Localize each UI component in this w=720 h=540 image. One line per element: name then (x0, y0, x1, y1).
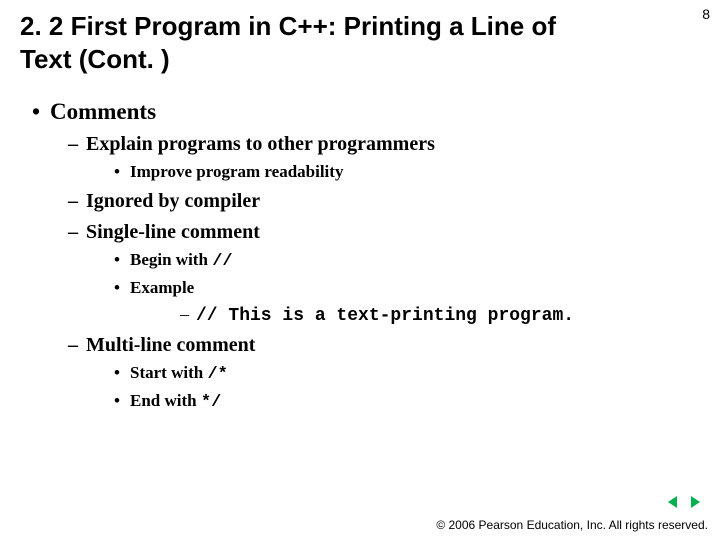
bullet-end-with: End with */ (86, 390, 688, 415)
bullet-start-with-text: Start with (130, 363, 207, 382)
bullet-single-line-text: Single-line comment (86, 221, 260, 243)
code-double-slash: // (212, 252, 232, 271)
bullet-start-with: Start with /* (86, 362, 688, 387)
copyright-footer: © 2006 Pearson Education, Inc. All right… (436, 518, 708, 532)
prev-slide-button[interactable] (664, 494, 682, 510)
code-slash-star: /* (207, 365, 227, 384)
bullet-comments-text: Comments (50, 99, 156, 124)
arrow-left-icon (666, 495, 680, 509)
bullet-begin-with: Begin with // (86, 249, 688, 274)
bullet-multi-line: Multi-line comment Start with /* End wit… (50, 332, 688, 415)
slide-title: 2. 2 First Program in C++: Printing a Li… (20, 10, 580, 75)
bullet-end-with-text: End with (130, 391, 201, 410)
bullet-example: Example // This is a text-printing progr… (86, 277, 688, 328)
bullet-single-line: Single-line comment Begin with // Exampl… (50, 219, 688, 328)
slide: 8 2. 2 First Program in C++: Printing a … (0, 0, 720, 540)
next-slide-button[interactable] (686, 494, 704, 510)
bullet-begin-with-text: Begin with (130, 250, 212, 269)
nav-arrows (664, 494, 704, 510)
bullet-multi-line-text: Multi-line comment (86, 334, 255, 356)
bullet-ignored-text: Ignored by compiler (86, 190, 260, 212)
bullet-example-code-line: // This is a text-printing program. (130, 302, 688, 328)
code-star-slash: */ (201, 393, 221, 412)
code-example-comment: // This is a text-printing program. (196, 306, 574, 326)
bullet-comments: Comments Explain programs to other progr… (28, 96, 688, 415)
bullet-explain-text: Explain programs to other programmers (86, 133, 435, 155)
bullet-improve: Improve program readability (86, 161, 688, 184)
bullet-explain: Explain programs to other programmers Im… (50, 131, 688, 184)
arrow-right-icon (688, 495, 702, 509)
bullet-example-text: Example (130, 278, 194, 297)
page-number: 8 (702, 6, 710, 22)
slide-body: Comments Explain programs to other progr… (28, 96, 688, 421)
bullet-ignored: Ignored by compiler (50, 188, 688, 215)
bullet-improve-text: Improve program readability (130, 162, 343, 181)
